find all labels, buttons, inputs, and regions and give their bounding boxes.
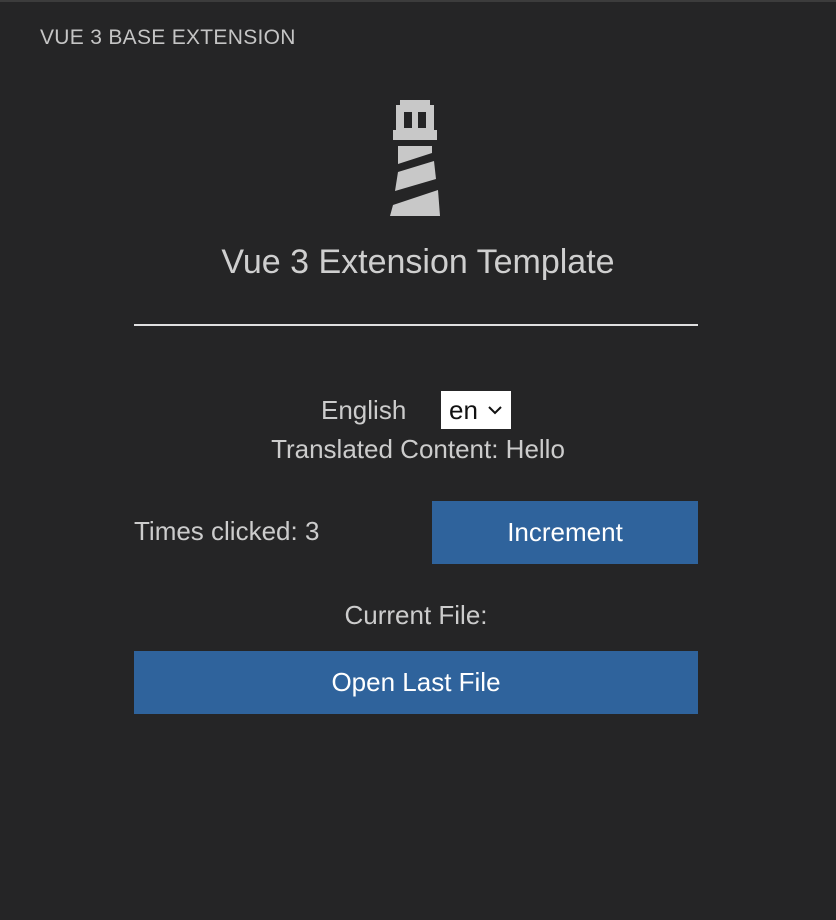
divider	[134, 324, 698, 326]
open-last-file-button[interactable]: Open Last File	[134, 651, 698, 714]
language-select-value: en	[449, 395, 478, 425]
translated-content: Translated Content: Hello	[271, 434, 565, 464]
panel-top-border	[0, 0, 836, 2]
current-file-label: Current File:	[344, 600, 488, 630]
language-label: English	[321, 395, 407, 425]
increment-button[interactable]: Increment	[432, 501, 698, 564]
lighthouse-icon	[390, 100, 440, 216]
panel-title: VUE 3 BASE EXTENSION	[40, 26, 296, 49]
language-select[interactable]: en	[441, 391, 511, 429]
app-title: Vue 3 Extension Template	[221, 243, 615, 281]
times-clicked-text: Times clicked: 3	[134, 516, 320, 546]
chevron-down-icon	[488, 406, 502, 415]
